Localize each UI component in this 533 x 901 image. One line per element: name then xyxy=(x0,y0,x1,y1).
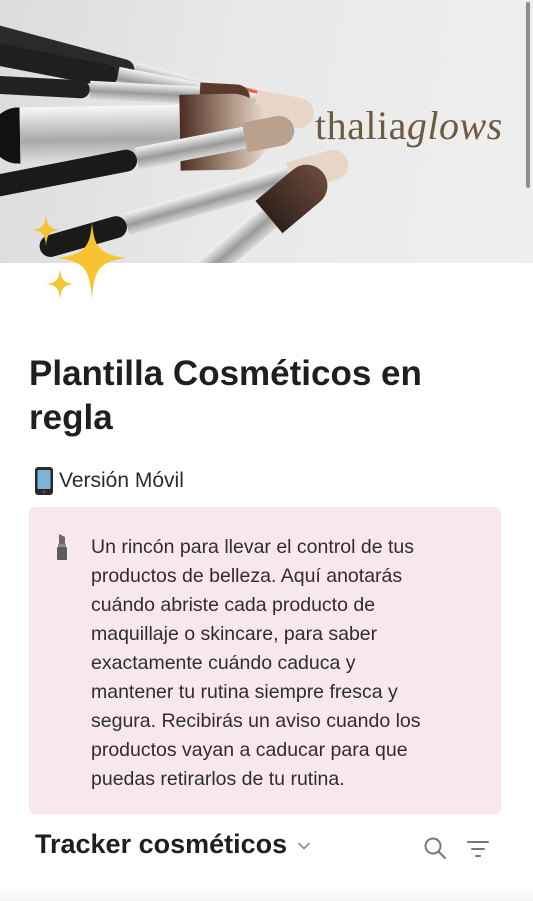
callout-block[interactable]: Un rincón para llevar el control de tus … xyxy=(29,507,501,814)
database-title-text: Tracker cosméticos xyxy=(35,829,288,859)
lipstick-icon xyxy=(57,534,67,560)
filter-icon[interactable] xyxy=(466,838,490,860)
chevron-down-icon[interactable] xyxy=(297,839,311,853)
scrollbar[interactable] xyxy=(526,2,530,188)
page-title: Plantilla Cosméticos en regla xyxy=(29,354,422,437)
callout-text: Un rincón para llevar el control de tus … xyxy=(91,536,421,790)
version-label: Versión Móvil xyxy=(33,466,184,496)
database-title[interactable]: Tracker cosméticos xyxy=(35,829,311,860)
brand-logo: thaliaglows xyxy=(315,103,503,148)
version-text: Versión Móvil xyxy=(59,469,184,492)
mobile-phone-icon xyxy=(35,467,53,495)
content-fade xyxy=(0,887,533,901)
sparkles-icon[interactable] xyxy=(30,210,130,310)
search-icon[interactable] xyxy=(423,836,447,860)
